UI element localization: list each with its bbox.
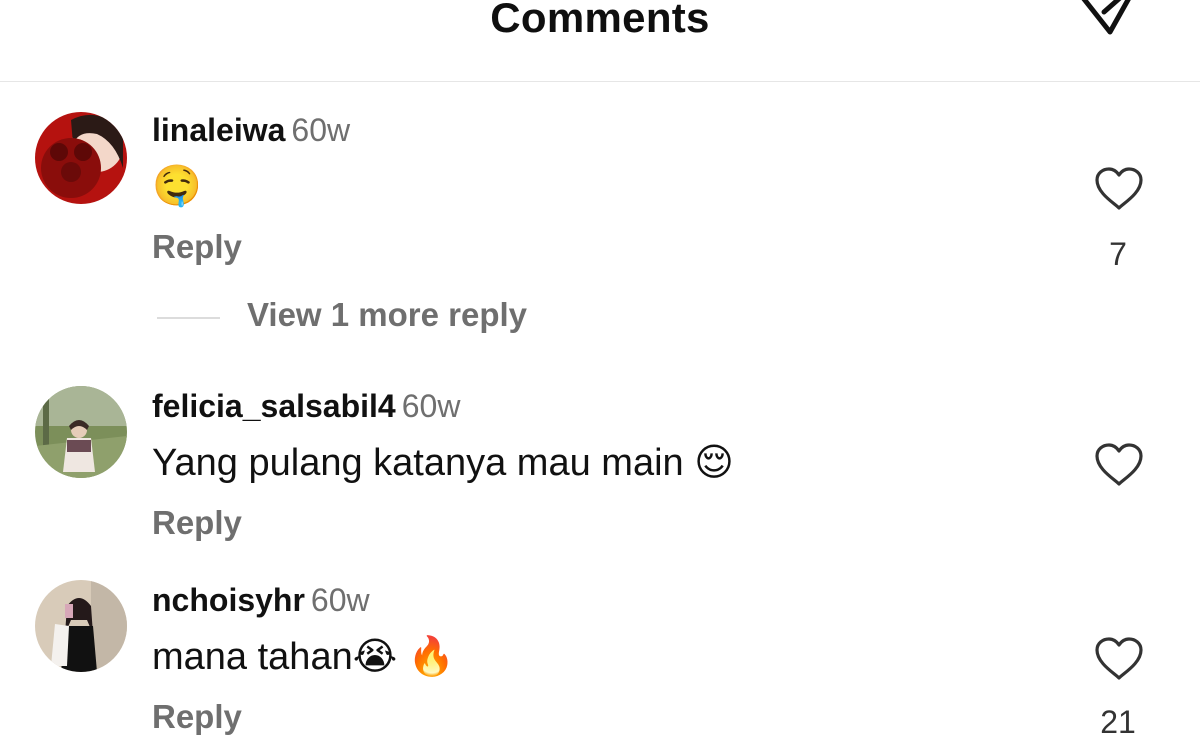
avatar[interactable] [35, 112, 127, 204]
username[interactable]: nchoisyhr [152, 582, 305, 618]
comment-text: Yang pulang katanya mau main 😌 [152, 442, 734, 484]
paper-plane-icon[interactable] [1072, 0, 1144, 50]
heart-outline-icon[interactable] [1094, 166, 1144, 212]
comment-meta: linaleiwa 60w [152, 112, 350, 149]
divider-line [157, 317, 220, 319]
reply-button[interactable]: Reply [152, 228, 242, 266]
heart-outline-icon[interactable] [1094, 442, 1144, 488]
timestamp: 60w [401, 388, 461, 424]
comments-header: Comments [0, 0, 1200, 82]
page-title: Comments [490, 0, 710, 41]
reply-button[interactable]: Reply [152, 698, 242, 736]
comment-text: 🤤 [152, 163, 202, 209]
like-count: 7 [1109, 236, 1127, 272]
avatar[interactable] [35, 386, 127, 478]
username[interactable]: felicia_salsabil4 [152, 388, 396, 424]
timestamp: 60w [291, 112, 351, 148]
comment-meta: felicia_salsabil4 60w [152, 388, 460, 425]
username[interactable]: linaleiwa [152, 112, 285, 148]
timestamp: 60w [310, 582, 370, 618]
comment-meta: nchoisyhr 60w [152, 582, 370, 619]
avatar[interactable] [35, 580, 127, 672]
like-count: 21 [1100, 704, 1136, 740]
comment-text: mana tahan😭 🔥 [152, 636, 455, 678]
view-more-replies-label: View 1 more reply [247, 296, 528, 333]
heart-outline-icon[interactable] [1094, 636, 1144, 682]
reply-button[interactable]: Reply [152, 504, 242, 542]
